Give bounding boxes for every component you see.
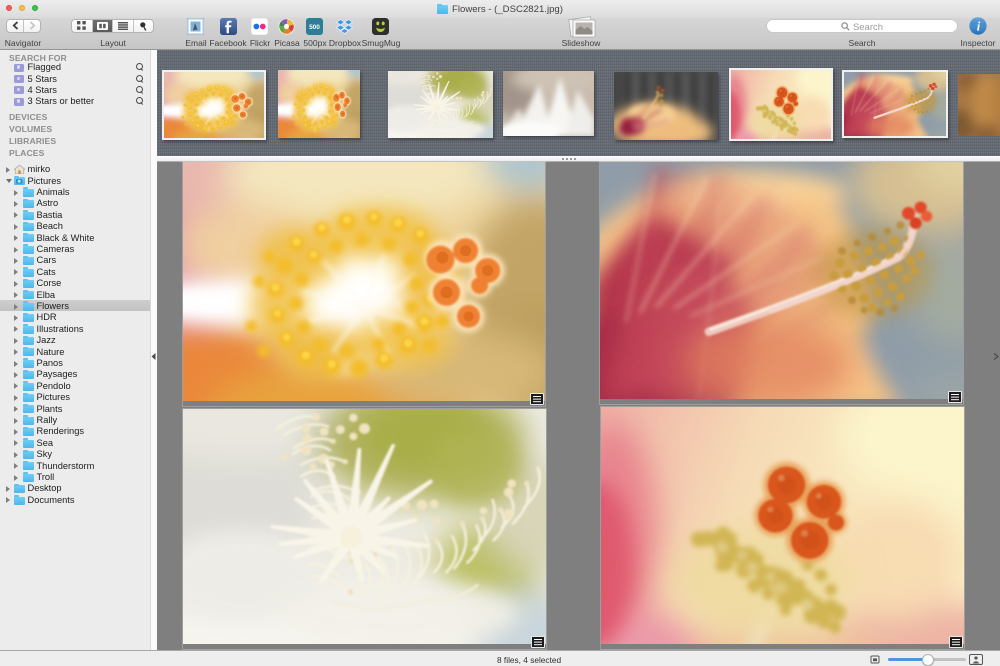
- svg-text:i: i: [977, 20, 981, 34]
- svg-text:500: 500: [309, 24, 320, 31]
